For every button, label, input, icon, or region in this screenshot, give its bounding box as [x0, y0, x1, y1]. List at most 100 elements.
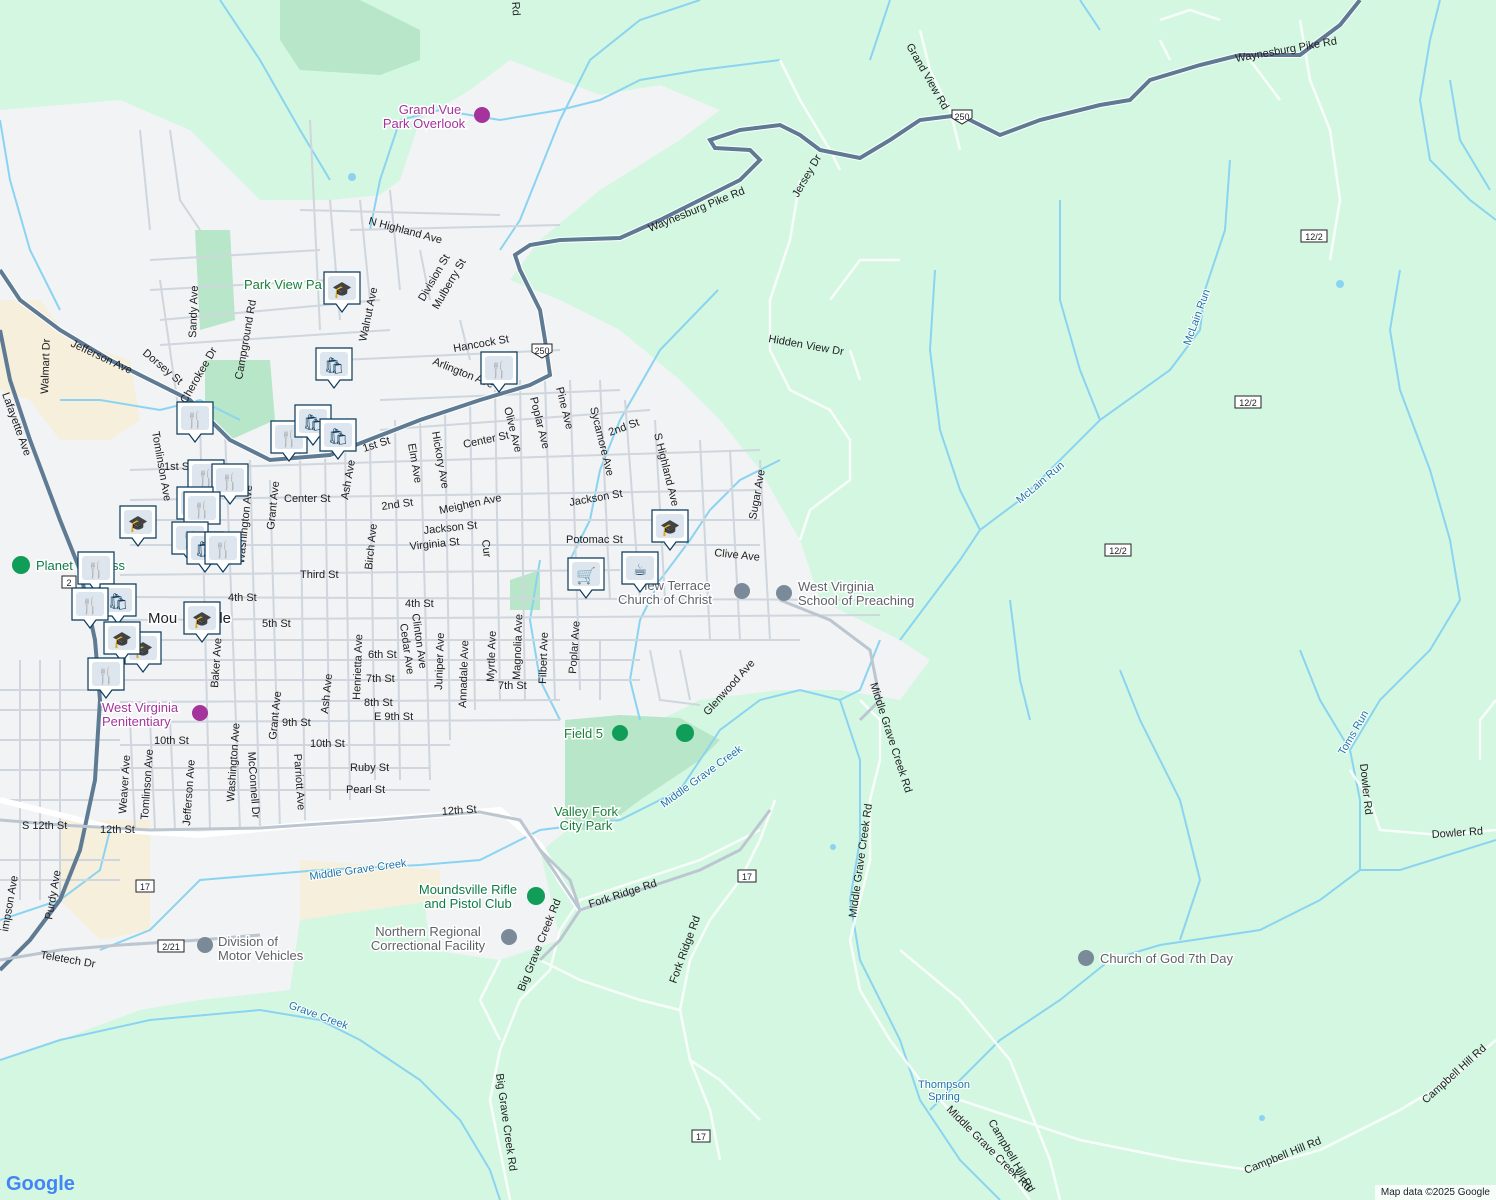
- school-icon: 🎓: [660, 518, 680, 537]
- pond: [830, 844, 836, 850]
- shield-12-2-a: 12/2: [1300, 229, 1328, 243]
- road-label: 10th St: [154, 735, 189, 747]
- svg-text:Spring: Spring: [928, 1091, 960, 1103]
- shield-17-a: 17: [135, 879, 155, 893]
- school-icon: 🎓: [112, 630, 132, 649]
- cross-icon: [734, 583, 750, 599]
- shield-17-b: 17: [737, 869, 757, 883]
- road-label: 10th St: [310, 738, 345, 750]
- map-attribution[interactable]: Map data ©2025 Google: [1374, 1185, 1496, 1200]
- road-label: 7th St: [366, 673, 395, 685]
- poi-park-view[interactable]: Park View Pa: [243, 276, 325, 294]
- shield-12-2-c: 12/2: [1104, 543, 1132, 557]
- shopping-bag-icon: 🛍: [108, 592, 128, 611]
- google-logo: Google: [6, 1173, 75, 1195]
- svg-text:Park Overlook: Park Overlook: [383, 116, 466, 131]
- svg-text:12/2: 12/2: [1305, 232, 1323, 242]
- shield-2: 2: [61, 575, 77, 589]
- svg-text:250: 250: [534, 346, 549, 356]
- shopping-bag-icon: 🛍: [328, 427, 348, 446]
- road-label: Pearl St: [346, 784, 385, 796]
- road-label: Potomac St: [566, 534, 623, 546]
- road-label: 5th St: [262, 618, 291, 630]
- map-canvas[interactable]: 250 250 17 17 17 12/2 12/2 12/2 2/21 2 W…: [0, 0, 1496, 1200]
- svg-text:Church of God 7th Day: Church of God 7th Day: [1100, 951, 1233, 966]
- svg-text:Northern Regional: Northern Regional: [375, 924, 481, 939]
- shield-2-21: 2/21: [157, 939, 185, 953]
- camera-icon: [474, 107, 490, 123]
- road-label: Henrietta Ave: [351, 634, 365, 700]
- road-label: Annadale Ave: [457, 640, 471, 708]
- svg-text:Moundsville Rifle: Moundsville Rifle: [419, 882, 517, 897]
- svg-text:17: 17: [696, 1132, 706, 1142]
- road-label: 7th St: [498, 680, 527, 692]
- svg-text:2/21: 2/21: [162, 942, 180, 952]
- svg-text:West Virginia: West Virginia: [798, 579, 875, 594]
- svg-text:School of Preaching: School of Preaching: [798, 593, 914, 608]
- school-icon: 🎓: [128, 514, 148, 533]
- svg-text:Grand Vue: Grand Vue: [399, 102, 461, 117]
- shopping-bag-icon: 🛍: [324, 356, 344, 375]
- cross-icon: [1078, 950, 1094, 966]
- svg-text:Correctional Facility: Correctional Facility: [371, 938, 486, 953]
- tree-icon: [612, 725, 628, 741]
- pin-icon: [12, 556, 30, 574]
- svg-text:and Pistol Club: and Pistol Club: [424, 896, 511, 911]
- government-icon: [197, 937, 213, 953]
- shield-us250-a: 250: [531, 343, 553, 359]
- road-label: Rd: [509, 1, 522, 16]
- pond: [1336, 280, 1344, 288]
- road-label: Ruby St: [350, 762, 389, 774]
- restaurant-icon: 🍴: [213, 540, 233, 559]
- road-label: Sandy Ave: [187, 285, 201, 338]
- svg-text:17: 17: [140, 882, 150, 892]
- road-label: Myrtle Ave: [485, 631, 499, 683]
- poi-church-of-god[interactable]: Church of God 7th Day: [1078, 950, 1235, 968]
- svg-text:Planet: Planet: [36, 558, 73, 573]
- restaurant-icon: 🍴: [220, 472, 240, 491]
- svg-text:West Virginia: West Virginia: [102, 700, 179, 715]
- svg-text:Park View Pa: Park View Pa: [244, 277, 323, 292]
- road-label: 12th St: [100, 824, 135, 836]
- road-label: Juniper Ave: [433, 632, 447, 690]
- svg-text:Valley Fork: Valley Fork: [554, 804, 619, 819]
- school-icon: 🎓: [332, 280, 352, 299]
- road-label: Filbert Ave: [537, 632, 551, 684]
- svg-text:Division of: Division of: [218, 934, 278, 949]
- svg-text:250: 250: [954, 112, 969, 122]
- shield-12-2-b: 12/2: [1234, 395, 1262, 409]
- shield-17-c: 17: [691, 1129, 711, 1143]
- road-label: 6th St: [368, 649, 397, 661]
- svg-text:12/2: 12/2: [1239, 398, 1257, 408]
- restaurant-icon: 🍴: [489, 360, 509, 379]
- pin-icon: [527, 887, 545, 905]
- svg-text:Penitentiary: Penitentiary: [102, 714, 171, 729]
- restaurant-icon: 🍴: [96, 666, 116, 685]
- camera-icon: [192, 705, 208, 721]
- pond: [1259, 1115, 1265, 1121]
- svg-text:Thompson: Thompson: [918, 1079, 970, 1091]
- road-label: 9th St: [282, 717, 311, 729]
- road-label: S 12th St: [22, 820, 67, 832]
- restaurant-icon: 🍴: [192, 500, 212, 519]
- restaurant-icon: 🍴: [80, 596, 100, 615]
- svg-text:Church of Christ: Church of Christ: [618, 592, 712, 607]
- pin-icon: [676, 724, 694, 742]
- road-label: 4th St: [228, 592, 257, 604]
- school-icon: [776, 585, 792, 601]
- svg-text:Motor Vehicles: Motor Vehicles: [218, 948, 304, 963]
- road-label: Magnolia Ave: [511, 614, 525, 680]
- svg-text:12/2: 12/2: [1109, 546, 1127, 556]
- restaurant-icon: 🍴: [86, 560, 106, 579]
- shield-us250-b: 250: [951, 109, 973, 125]
- shopping-cart-icon: 🛒: [576, 566, 596, 585]
- poi-valley-fork[interactable]: Valley Fork City Park: [552, 803, 620, 835]
- restaurant-icon: 🍴: [185, 410, 205, 429]
- road-label: Center St: [284, 493, 330, 505]
- coffee-icon: ☕: [633, 560, 647, 579]
- road-label: E 9th St: [374, 711, 413, 723]
- road-label: 8th St: [364, 697, 393, 709]
- svg-text:City Park: City Park: [560, 818, 613, 833]
- government-icon: [501, 929, 517, 945]
- svg-text:17: 17: [742, 872, 752, 882]
